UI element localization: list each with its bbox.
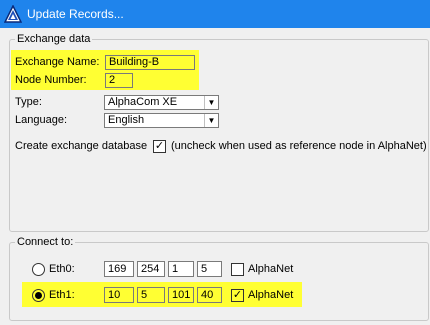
check-icon: ✓ xyxy=(154,140,165,152)
eth1-alphanet-checkbox[interactable]: ✓ xyxy=(231,289,244,302)
eth0-label: Eth0: xyxy=(49,263,75,275)
eth0-ip-octet-4[interactable]: 5 xyxy=(197,261,222,277)
eth1-radio[interactable] xyxy=(32,289,45,302)
eth1-ip-octet-3[interactable]: 101 xyxy=(168,287,194,303)
eth1-ip-octet-2[interactable]: 5 xyxy=(137,287,165,303)
create-db-checkbox[interactable]: ✓ xyxy=(153,140,166,153)
eth0-ip-octet-2[interactable]: 254 xyxy=(137,261,165,277)
title-bar[interactable]: Update Records... xyxy=(0,0,430,28)
eth0-alphanet-label: AlphaNet xyxy=(248,263,294,275)
connect-to-legend: Connect to: xyxy=(17,236,74,248)
window-title: Update Records... xyxy=(27,7,124,21)
eth0-alphanet-checkbox[interactable] xyxy=(231,263,244,276)
language-label: Language: xyxy=(15,114,67,126)
exchange-data-legend: Exchange data xyxy=(17,33,91,45)
eth0-ip-octet-1[interactable]: 169 xyxy=(104,261,134,277)
language-dropdown-value: English xyxy=(108,114,145,126)
check-icon: ✓ xyxy=(232,289,243,301)
eth1-ip-octet-1[interactable]: 10 xyxy=(104,287,134,303)
node-number-label: Node Number: xyxy=(15,74,87,86)
chevron-down-icon[interactable]: ▼ xyxy=(204,96,218,109)
type-dropdown-value: AlphaCom XE xyxy=(108,96,178,108)
chevron-down-icon[interactable]: ▼ xyxy=(204,114,218,127)
eth1-alphanet-label: AlphaNet xyxy=(248,289,294,301)
create-db-note: (uncheck when used as reference node in … xyxy=(171,140,427,152)
eth1-ip-octet-4[interactable]: 40 xyxy=(197,287,222,303)
eth0-ip-octet-3[interactable]: 1 xyxy=(168,261,194,277)
eth0-radio[interactable] xyxy=(32,263,45,276)
language-dropdown[interactable]: English ▼ xyxy=(104,113,219,128)
exchange-name-label: Exchange Name: xyxy=(15,56,100,68)
eth1-label: Eth1: xyxy=(49,289,75,301)
type-dropdown[interactable]: AlphaCom XE ▼ xyxy=(104,95,219,110)
node-number-field[interactable]: 2 xyxy=(105,73,133,88)
exchange-name-field[interactable]: Building-B xyxy=(105,55,195,70)
create-db-label: Create exchange database xyxy=(15,140,148,152)
connect-to-group: Connect to: xyxy=(9,236,429,321)
app-icon xyxy=(4,5,22,23)
type-label: Type: xyxy=(15,96,42,108)
radio-selected-dot xyxy=(35,292,42,299)
